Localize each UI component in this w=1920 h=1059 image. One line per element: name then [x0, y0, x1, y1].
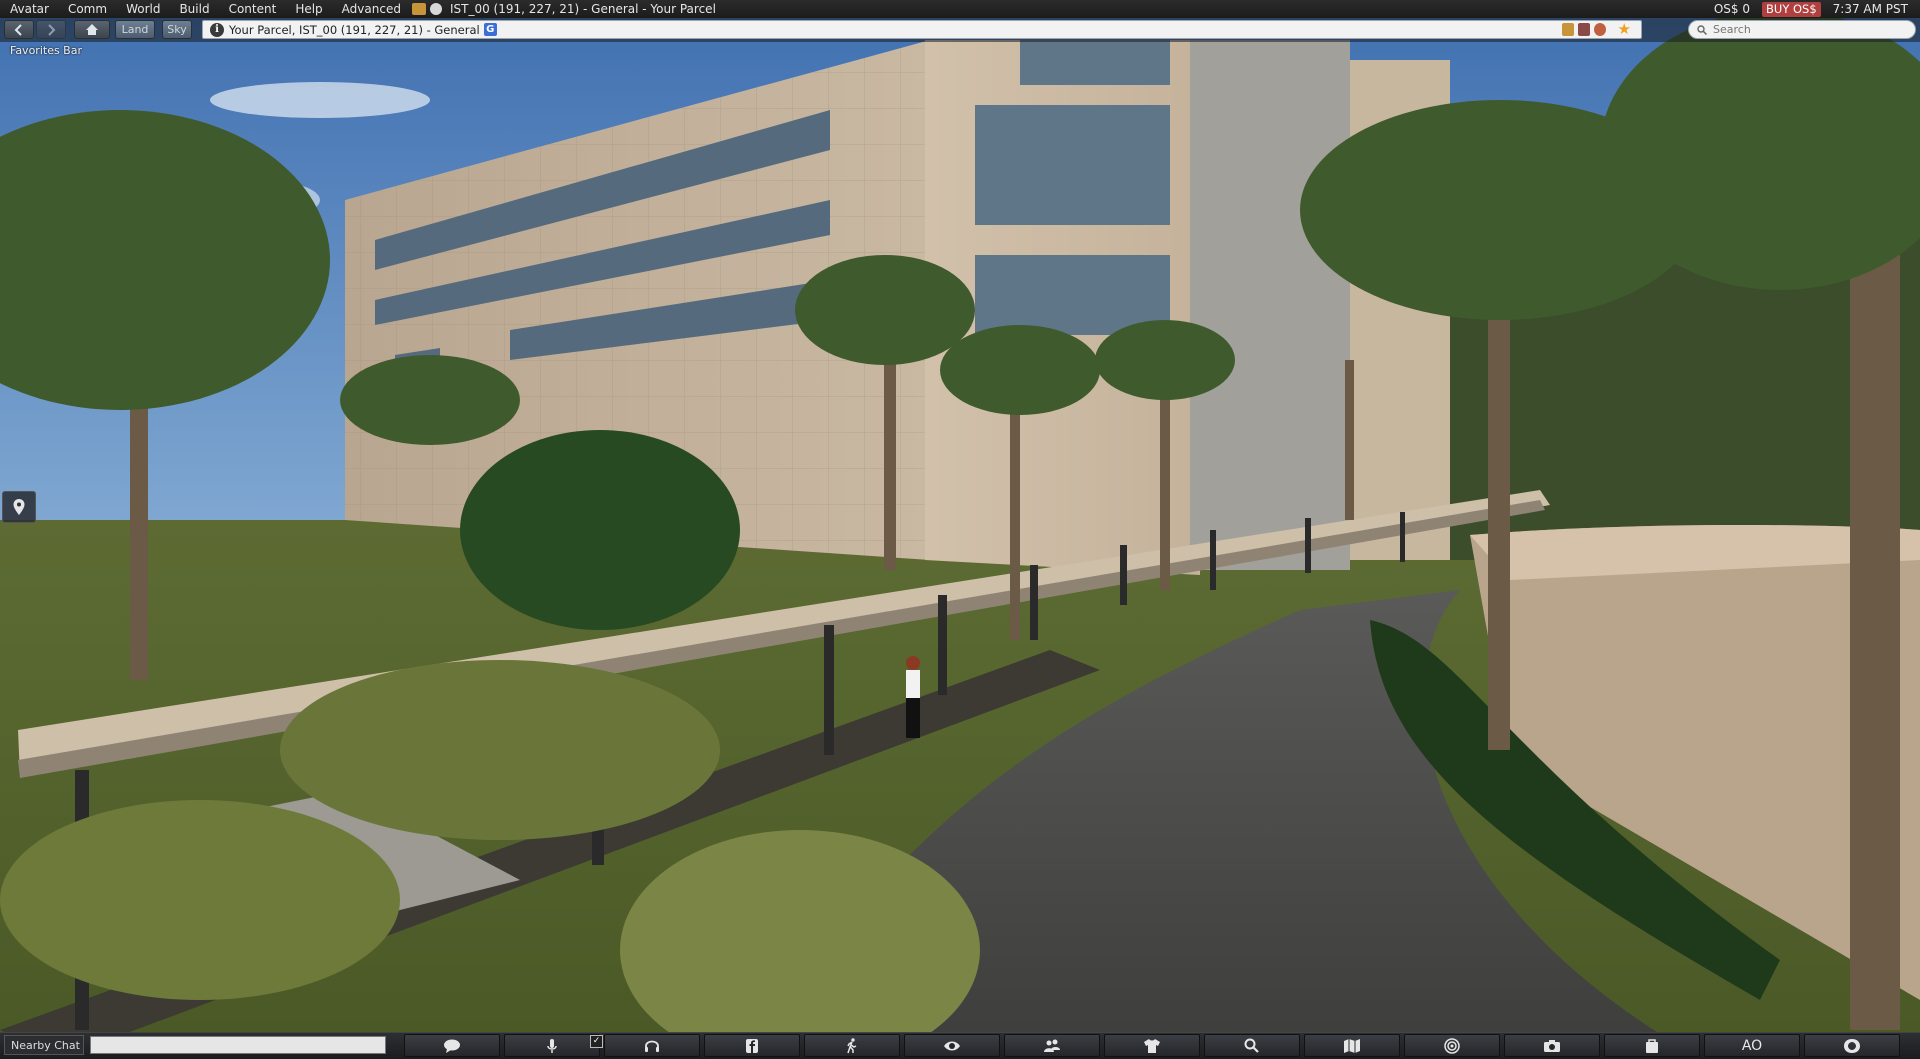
clock: 7:37 AM PST — [1832, 2, 1908, 16]
speech-bubble-icon — [444, 1039, 460, 1053]
people-icon — [1044, 1039, 1060, 1052]
eye-icon — [944, 1041, 960, 1050]
home-icon — [86, 24, 98, 35]
arrow-left-icon — [14, 23, 22, 36]
search-icon — [1244, 1038, 1259, 1053]
nearby-chat-button[interactable]: Nearby Chat — [4, 1035, 84, 1055]
move-button[interactable] — [804, 1034, 900, 1057]
back-button[interactable] — [4, 20, 34, 39]
home-button[interactable] — [74, 20, 110, 39]
ao-button[interactable]: AO — [1704, 1034, 1800, 1057]
menu-build[interactable]: Build — [169, 0, 218, 18]
menu-content[interactable]: Content — [219, 0, 286, 18]
forward-button[interactable] — [36, 20, 66, 39]
ao-label: AO — [1741, 1037, 1763, 1054]
appearance-button[interactable] — [1104, 1034, 1200, 1057]
menu-world[interactable]: World — [116, 0, 169, 18]
search-button[interactable] — [1204, 1034, 1300, 1057]
menu-avatar[interactable]: Avatar — [0, 0, 58, 18]
menu-bar: Avatar Comm World Build Content Help Adv… — [0, 0, 1920, 18]
shirt-icon — [1144, 1038, 1160, 1053]
damage-icon[interactable] — [1593, 23, 1606, 36]
view-button[interactable] — [904, 1034, 1000, 1057]
people-button[interactable] — [1004, 1034, 1100, 1057]
menu-status: OS$ 0 BUY OS$ 7:37 AM PST — [1714, 0, 1908, 18]
sky-button[interactable]: Sky — [162, 20, 192, 39]
buy-currency-button[interactable]: BUY OS$ — [1762, 1, 1821, 17]
arrow-right-icon — [48, 23, 56, 36]
scripts-icon[interactable] — [1577, 23, 1590, 36]
headphones-icon — [645, 1040, 659, 1052]
favorites-bar[interactable]: Favorites Bar — [10, 44, 82, 57]
no-fly-icon — [429, 3, 442, 15]
search-input[interactable] — [1713, 23, 1893, 36]
facebook-icon — [746, 1038, 758, 1053]
snapshot-button[interactable] — [1504, 1034, 1600, 1057]
map-pin-icon — [13, 499, 25, 515]
radar-icon — [1444, 1037, 1460, 1054]
microphone-icon — [547, 1038, 557, 1053]
location-input[interactable]: i Your Parcel, IST_00 (191, 227, 21) - G… — [202, 20, 1642, 39]
camera-icon — [1544, 1039, 1560, 1052]
world-viewport[interactable] — [0, 0, 1920, 1058]
navigation-bar: Land Sky i Your Parcel, IST_00 (191, 227… — [0, 18, 1920, 42]
search-field[interactable] — [1688, 20, 1916, 39]
viewer-icon — [1844, 1038, 1860, 1053]
inventory-icon — [1646, 1038, 1658, 1053]
chat-input[interactable] — [90, 1036, 386, 1054]
search-icon — [1697, 24, 1707, 35]
facebook-button[interactable] — [704, 1034, 800, 1057]
rating-general-badge: G — [483, 23, 497, 36]
viewer-button[interactable] — [1804, 1034, 1900, 1057]
inventory-button[interactable] — [1604, 1034, 1700, 1057]
land-button[interactable]: Land — [115, 20, 155, 39]
build-box-icon — [411, 3, 426, 15]
build-allowed-icon[interactable] — [1561, 23, 1574, 36]
speak-toggle-checkbox[interactable]: ✓ — [590, 1035, 603, 1048]
chat-button[interactable] — [404, 1034, 500, 1057]
places-button[interactable] — [2, 491, 36, 523]
walk-icon — [847, 1037, 857, 1053]
favorite-star-icon[interactable]: ★ — [1618, 22, 1631, 37]
menu-help[interactable]: Help — [285, 0, 331, 18]
window-title: IST_00 (191, 227, 21) - General - Your P… — [449, 2, 716, 16]
bottom-toolbar: Nearby Chat ✓ AO — [0, 1032, 1920, 1059]
info-icon[interactable]: i — [210, 22, 224, 37]
menu-advanced[interactable]: Advanced — [332, 0, 410, 18]
world-map-button[interactable] — [1304, 1034, 1400, 1057]
radar-button[interactable] — [1404, 1034, 1500, 1057]
map-icon — [1344, 1038, 1360, 1053]
currency-balance[interactable]: OS$ 0 — [1714, 2, 1750, 16]
voice-button[interactable] — [604, 1034, 700, 1057]
location-text: Your Parcel, IST_00 (191, 227, 21) - Gen… — [229, 22, 480, 37]
speak-button[interactable] — [504, 1034, 600, 1057]
parcel-properties: ★ — [1561, 22, 1631, 37]
menu-comm[interactable]: Comm — [58, 0, 116, 18]
